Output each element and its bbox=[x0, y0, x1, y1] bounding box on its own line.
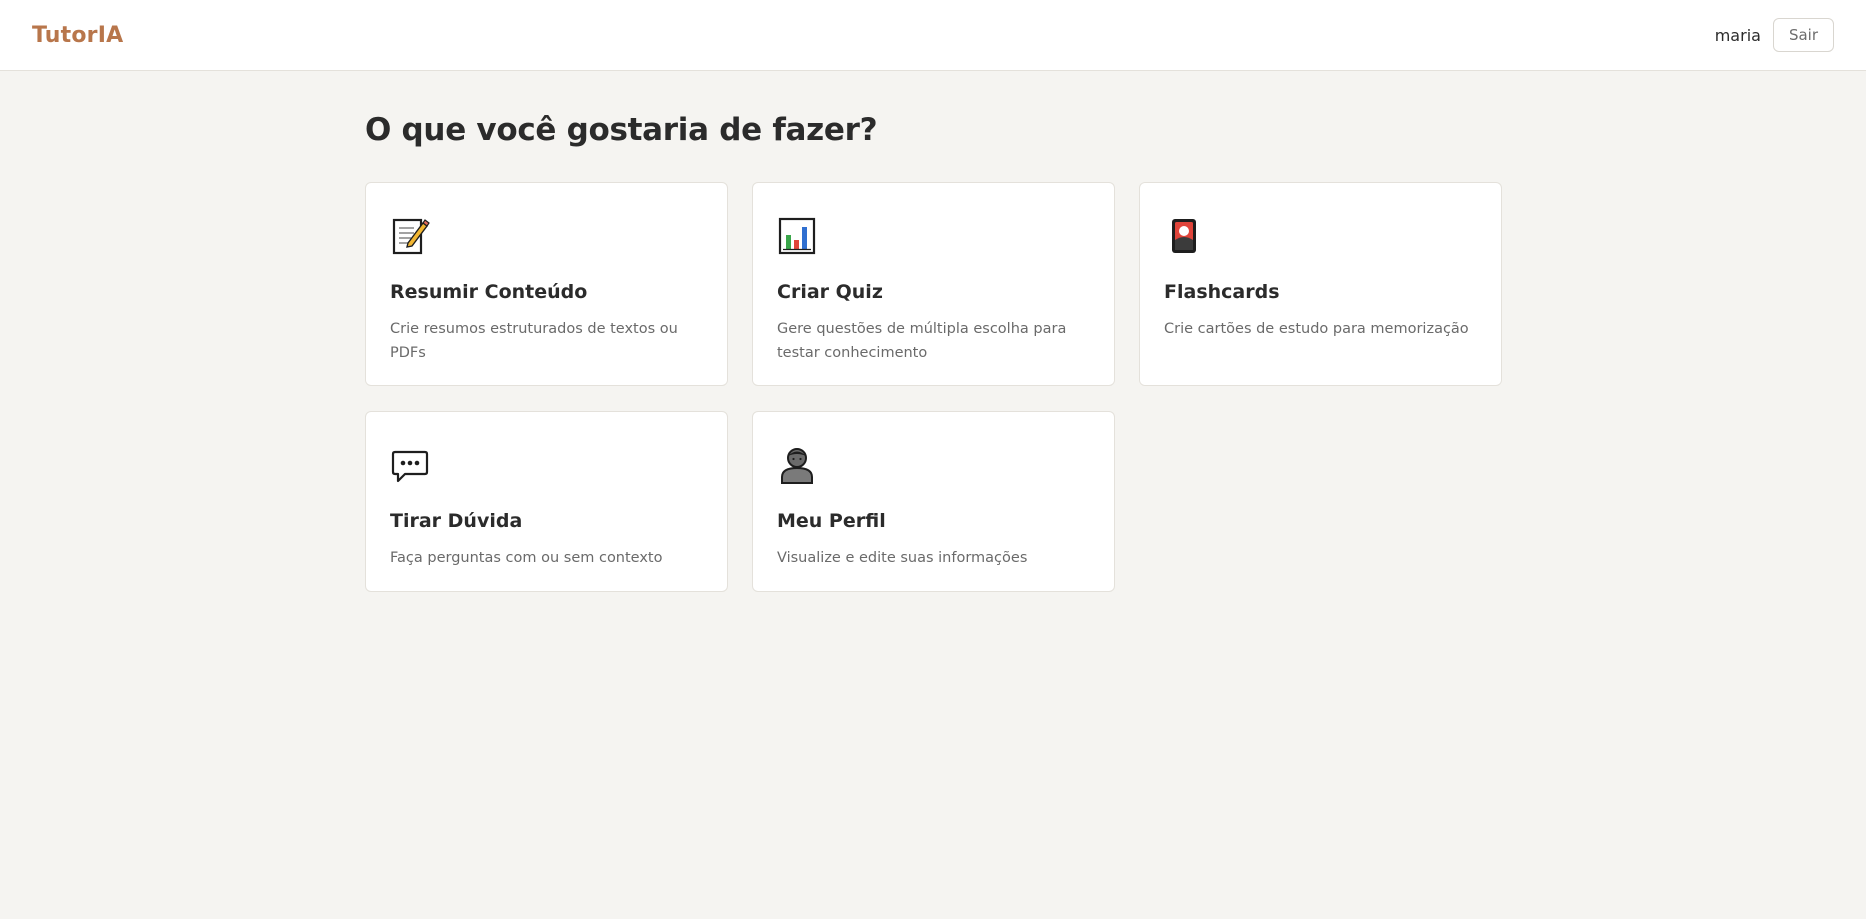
card-description: Visualize e edite suas informações bbox=[777, 550, 1028, 566]
card-description: Crie cartões de estudo para memorização bbox=[1164, 321, 1469, 337]
card-title: Meu Perfil bbox=[777, 510, 886, 532]
main-content: O que você gostaria de fazer? Resumir Co… bbox=[365, 71, 1502, 592]
card-criar-quiz[interactable]: Criar Quiz Gere questões de múltipla esc… bbox=[752, 182, 1115, 386]
bar-chart-icon bbox=[778, 217, 816, 255]
card-tirar-duvida[interactable]: Tirar Dúvida Faça perguntas com ou sem c… bbox=[365, 411, 728, 592]
card-description: Gere questões de múltipla escolha para t… bbox=[777, 321, 1067, 361]
username-label: maria bbox=[1714, 25, 1761, 45]
action-grid: Resumir Conteúdo Crie resumos estruturad… bbox=[365, 182, 1502, 592]
user-area: maria Sair bbox=[1715, 18, 1834, 52]
flashcard-icon bbox=[1172, 219, 1196, 253]
card-resumir-conteudo[interactable]: Resumir Conteúdo Crie resumos estruturad… bbox=[365, 182, 728, 386]
page-title: O que você gostaria de fazer? bbox=[365, 112, 878, 148]
card-title: Criar Quiz bbox=[777, 281, 883, 303]
person-icon bbox=[781, 448, 813, 484]
card-description: Faça perguntas com ou sem contexto bbox=[390, 550, 663, 566]
top-bar: TutorIA maria Sair bbox=[0, 0, 1866, 71]
card-title: Flashcards bbox=[1164, 281, 1280, 303]
brand-logo[interactable]: TutorIA bbox=[32, 23, 123, 48]
card-description: Crie resumos estruturados de textos ou P… bbox=[390, 321, 678, 361]
card-title: Resumir Conteúdo bbox=[390, 281, 588, 303]
logout-button[interactable]: Sair bbox=[1772, 18, 1834, 52]
card-flashcards[interactable]: Flashcards Crie cartões de estudo para m… bbox=[1139, 182, 1502, 386]
speech-bubble-icon bbox=[391, 450, 429, 483]
card-meu-perfil[interactable]: Meu Perfil Visualize e edite suas inform… bbox=[752, 411, 1115, 592]
memo-icon bbox=[392, 218, 430, 255]
card-title: Tirar Dúvida bbox=[390, 510, 523, 532]
